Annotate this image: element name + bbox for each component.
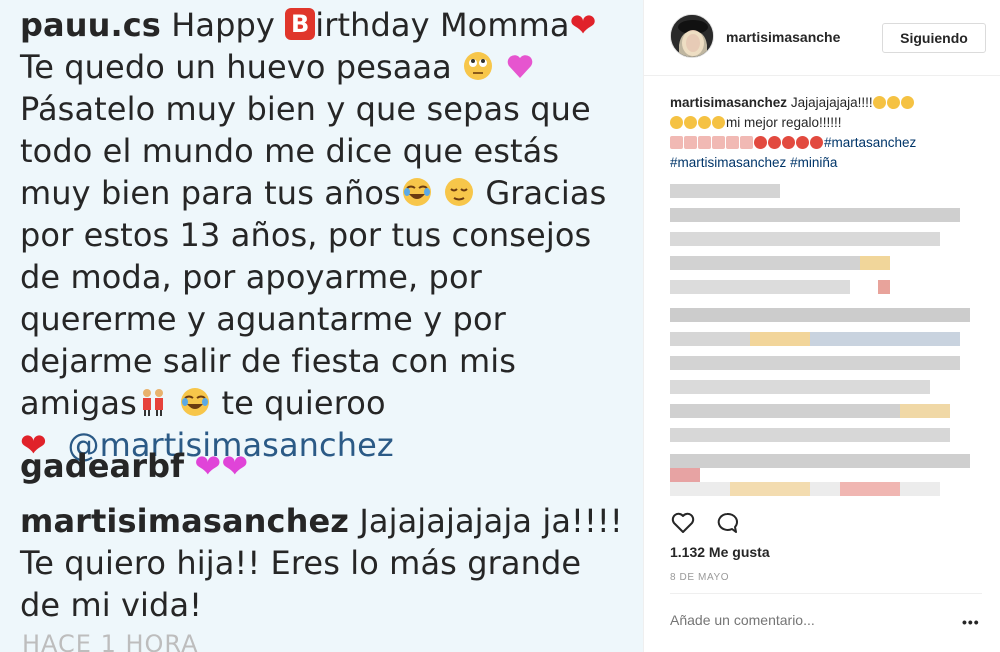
blurred-line — [670, 356, 960, 370]
comment-gadearbf: gadearbf ❤❤ — [20, 445, 630, 487]
post-header: martisimasanche Siguiendo — [644, 0, 1000, 76]
tears-of-joy-emoji-icon — [402, 178, 431, 206]
post-caption: martisimasanchez Jajajajajaja!!!! mi mej… — [670, 93, 982, 173]
red-heart-icon: ❤ — [569, 6, 597, 44]
balloon-emoji-icon — [810, 136, 823, 149]
cake-emoji-icon — [698, 136, 711, 149]
comment-text: Te quedo un huevo pesaaa — [20, 48, 452, 86]
caption-text: mi mejor regalo!!!!!! — [726, 115, 842, 130]
tears-of-joy-emoji-icon — [712, 116, 725, 129]
cake-emoji-icon — [726, 136, 739, 149]
caption-text: Jajajajajaja!!!! — [790, 95, 873, 110]
blurred-line — [670, 256, 870, 270]
blurred-line — [670, 428, 950, 442]
divider — [670, 593, 982, 594]
blurred-line — [670, 380, 930, 394]
growing-heart-emoji-icon — [508, 55, 533, 78]
avatar[interactable] — [670, 14, 714, 58]
blurred-emoji — [730, 482, 810, 496]
blurred-line — [670, 208, 960, 222]
blurred-line — [810, 332, 960, 346]
comment-bubble-icon[interactable] — [714, 510, 740, 536]
heart-outline-icon[interactable] — [670, 510, 696, 536]
zoomed-comments-panel: pauu.cs Happy Birthday Momma❤ Te quedo u… — [0, 0, 643, 652]
post-panel: martisimasanche Siguiendo martisimasanch… — [643, 0, 1000, 652]
balloon-emoji-icon — [768, 136, 781, 149]
blurred-emoji — [900, 404, 950, 418]
blurred-emoji — [860, 256, 890, 270]
purple-heart-icon: ❤ — [194, 447, 222, 485]
blurred-line — [670, 280, 850, 294]
more-options-icon[interactable]: ••• — [962, 614, 980, 630]
cake-emoji-icon — [712, 136, 725, 149]
comment-username[interactable]: gadearbf — [20, 447, 184, 485]
blurred-emoji — [670, 468, 700, 482]
balloon-emoji-icon — [782, 136, 795, 149]
comment-username[interactable]: pauu.cs — [20, 6, 161, 44]
relieved-emoji-icon — [445, 178, 474, 206]
two-women-emoji-icon — [142, 389, 163, 416]
rolling-eyes-emoji-icon — [464, 52, 493, 80]
purple-heart-icon: ❤ — [221, 447, 249, 485]
cake-emoji-icon — [684, 136, 697, 149]
b-letter-icon: B — [285, 8, 316, 40]
comment-martisimasanchez: martisimasanchez Jajajajajaja ja!!!! Te … — [20, 500, 630, 626]
hashtag-link[interactable]: #martisimasanchez — [670, 155, 786, 170]
tears-of-joy-emoji-icon — [886, 96, 900, 109]
post-date: 8 DE MAYO — [670, 572, 730, 583]
tears-of-joy-emoji-icon — [900, 96, 914, 109]
tears-of-joy-emoji-icon — [698, 116, 711, 129]
avatar-image-icon — [671, 15, 713, 57]
blurred-line — [670, 454, 970, 468]
blurred-line — [670, 232, 940, 246]
blurred-line — [670, 184, 780, 198]
comment-text: te quieroo — [221, 384, 386, 422]
blurred-line — [670, 308, 970, 322]
blurred-emoji — [878, 280, 890, 294]
blurred-line — [670, 404, 900, 418]
tears-of-joy-emoji-icon — [181, 388, 210, 416]
following-button[interactable]: Siguiendo — [882, 23, 986, 53]
tears-of-joy-emoji-icon — [684, 116, 697, 129]
blurred-line — [670, 332, 750, 346]
hashtag-link[interactable]: #miniña — [790, 155, 837, 170]
cake-emoji-icon — [740, 136, 753, 149]
comment-text: irthday Momma — [315, 6, 570, 44]
tears-of-joy-emoji-icon — [872, 96, 886, 109]
comment-username[interactable]: martisimasanchez — [20, 502, 349, 540]
cake-emoji-icon — [670, 136, 683, 149]
blurred-comments — [670, 178, 982, 500]
post-username[interactable]: martisimasanche — [726, 29, 840, 45]
post-actions — [670, 510, 750, 536]
comment-timestamp: HACE 1 HORA — [22, 630, 199, 652]
blurred-emoji — [750, 332, 810, 346]
balloon-emoji-icon — [754, 136, 767, 149]
caption-username[interactable]: martisimasanchez — [670, 95, 787, 110]
hashtag-link[interactable]: #martasanchez — [824, 135, 916, 150]
add-comment-input[interactable] — [670, 612, 940, 628]
comment-text: Happy — [171, 6, 275, 44]
tears-of-joy-emoji-icon — [670, 116, 683, 129]
balloon-emoji-icon — [796, 136, 809, 149]
blurred-emoji — [840, 482, 900, 496]
comment-pauu: pauu.cs Happy Birthday Momma❤ Te quedo u… — [20, 4, 630, 466]
likes-count[interactable]: 1.132 Me gusta — [670, 544, 770, 560]
